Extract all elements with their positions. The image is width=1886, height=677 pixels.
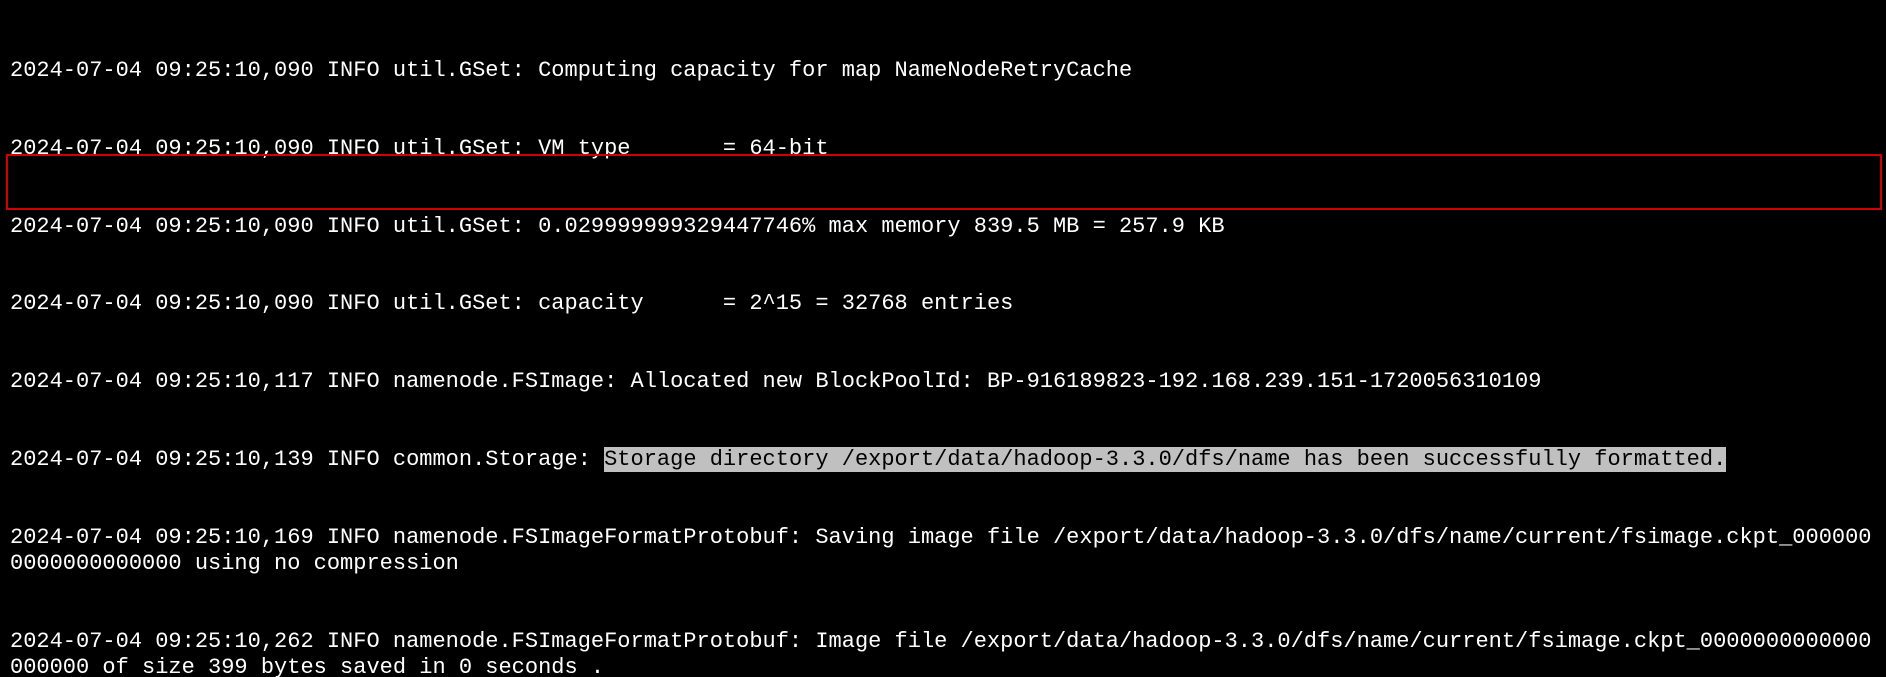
log-line: 2024-07-04 09:25:10,090 INFO util.GSet: … — [10, 58, 1876, 84]
log-line: 2024-07-04 09:25:10,262 INFO namenode.FS… — [10, 629, 1876, 677]
selected-text: Storage directory /export/data/hadoop-3.… — [604, 447, 1726, 472]
log-line: 2024-07-04 09:25:10,090 INFO util.GSet: … — [10, 291, 1876, 317]
log-text: 2024-07-04 09:25:10,139 INFO common.Stor… — [10, 447, 604, 472]
annotation-highlight-box — [6, 154, 1882, 210]
log-line: 2024-07-04 09:25:10,090 INFO util.GSet: … — [10, 136, 1876, 162]
log-line: 2024-07-04 09:25:10,117 INFO namenode.FS… — [10, 369, 1876, 395]
terminal-output[interactable]: 2024-07-04 09:25:10,090 INFO util.GSet: … — [0, 0, 1886, 677]
log-line: 2024-07-04 09:25:10,169 INFO namenode.FS… — [10, 525, 1876, 577]
log-line-highlighted: 2024-07-04 09:25:10,139 INFO common.Stor… — [10, 447, 1876, 473]
log-line: 2024-07-04 09:25:10,090 INFO util.GSet: … — [10, 214, 1876, 240]
